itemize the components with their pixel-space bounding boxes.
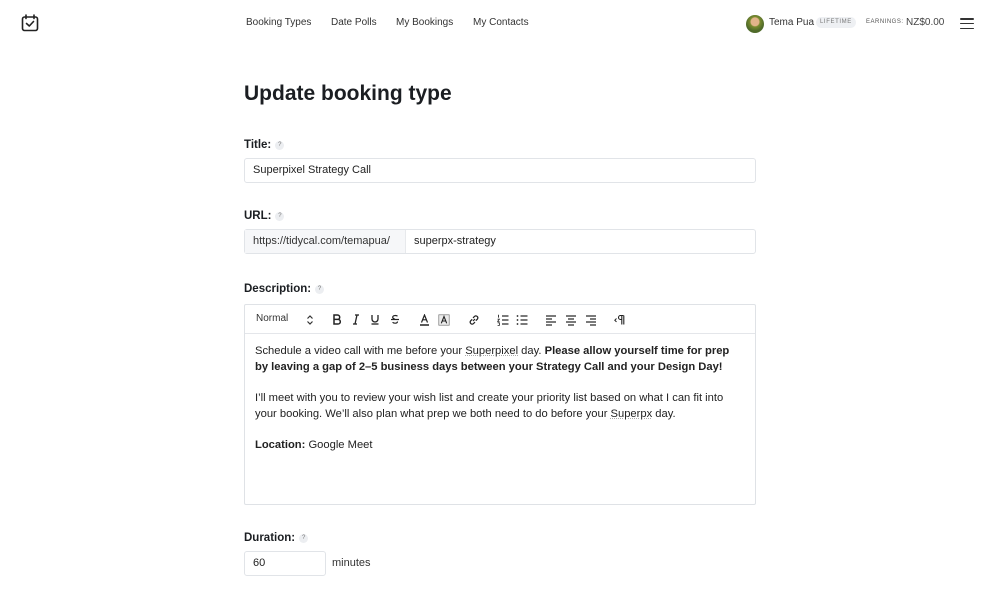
avatar[interactable] [746,15,764,33]
earnings-value: NZ$0.00 [906,17,945,28]
description-location: Location: Google Meet [255,439,373,451]
format-select-value: Normal [256,313,289,324]
duration-input[interactable]: 60 [244,551,326,576]
description-editor: Normal Schedule a video call with me bef… [244,304,756,505]
strikethrough-icon[interactable] [390,314,400,325]
user-name[interactable]: Tema Pua [769,17,814,28]
bullet-list-icon[interactable] [516,314,528,326]
description-paragraph-2: I’ll meet with you to review your wish l… [255,392,724,420]
text-direction-rtl-icon[interactable] [614,314,626,326]
description-label: Description: ? [244,283,325,295]
bold-icon[interactable] [332,314,342,325]
align-right-icon[interactable] [585,314,597,326]
duration-unit-label: minutes [332,557,371,569]
hamburger-menu-icon[interactable] [960,18,974,30]
description-label-text: Description: [244,283,312,295]
align-center-icon[interactable] [565,314,577,326]
duration-label: Duration: ? [244,532,309,544]
earnings-label: EARNINGS: [866,19,904,25]
format-select[interactable]: Normal [256,312,288,326]
select-arrows-icon [307,315,313,325]
nav-my-contacts[interactable]: My Contacts [473,17,529,28]
page-title: Update booking type [244,82,452,105]
underline-icon[interactable] [370,314,380,325]
url-field: https://tidycal.com/temapua/ superpx-str… [244,229,756,254]
description-paragraph-1: Schedule a video call with me before you… [255,345,730,373]
url-label-text: URL: [244,210,272,222]
duration-label-text: Duration: [244,532,296,544]
help-icon[interactable]: ? [315,284,325,294]
help-icon[interactable]: ? [299,533,309,543]
help-icon[interactable]: ? [275,140,285,150]
ordered-list-icon[interactable] [497,314,509,326]
title-input[interactable]: Superpixel Strategy Call [244,158,756,183]
help-icon[interactable]: ? [275,211,285,221]
plan-badge: LIFETIME [816,17,856,28]
url-prefix: https://tidycal.com/temapua/ [245,230,406,253]
url-slug-input[interactable]: superpx-strategy [406,230,496,253]
url-label: URL: ? [244,210,285,222]
calendar-check-logo-icon[interactable] [21,14,39,32]
editor-toolbar: Normal [245,305,755,334]
align-left-icon[interactable] [545,314,557,326]
title-label: Title: ? [244,139,285,151]
nav-my-bookings[interactable]: My Bookings [396,17,453,28]
title-label-text: Title: [244,139,272,151]
background-color-icon[interactable] [438,314,450,326]
text-color-icon[interactable] [419,314,430,326]
editor-content[interactable]: Schedule a video call with me before you… [245,334,755,477]
italic-icon[interactable] [351,314,361,325]
nav-booking-types[interactable]: Booking Types [246,17,311,28]
top-navbar: Booking Types Date Polls My Bookings My … [0,0,1000,48]
link-icon[interactable] [468,314,480,326]
nav-date-polls[interactable]: Date Polls [331,17,377,28]
